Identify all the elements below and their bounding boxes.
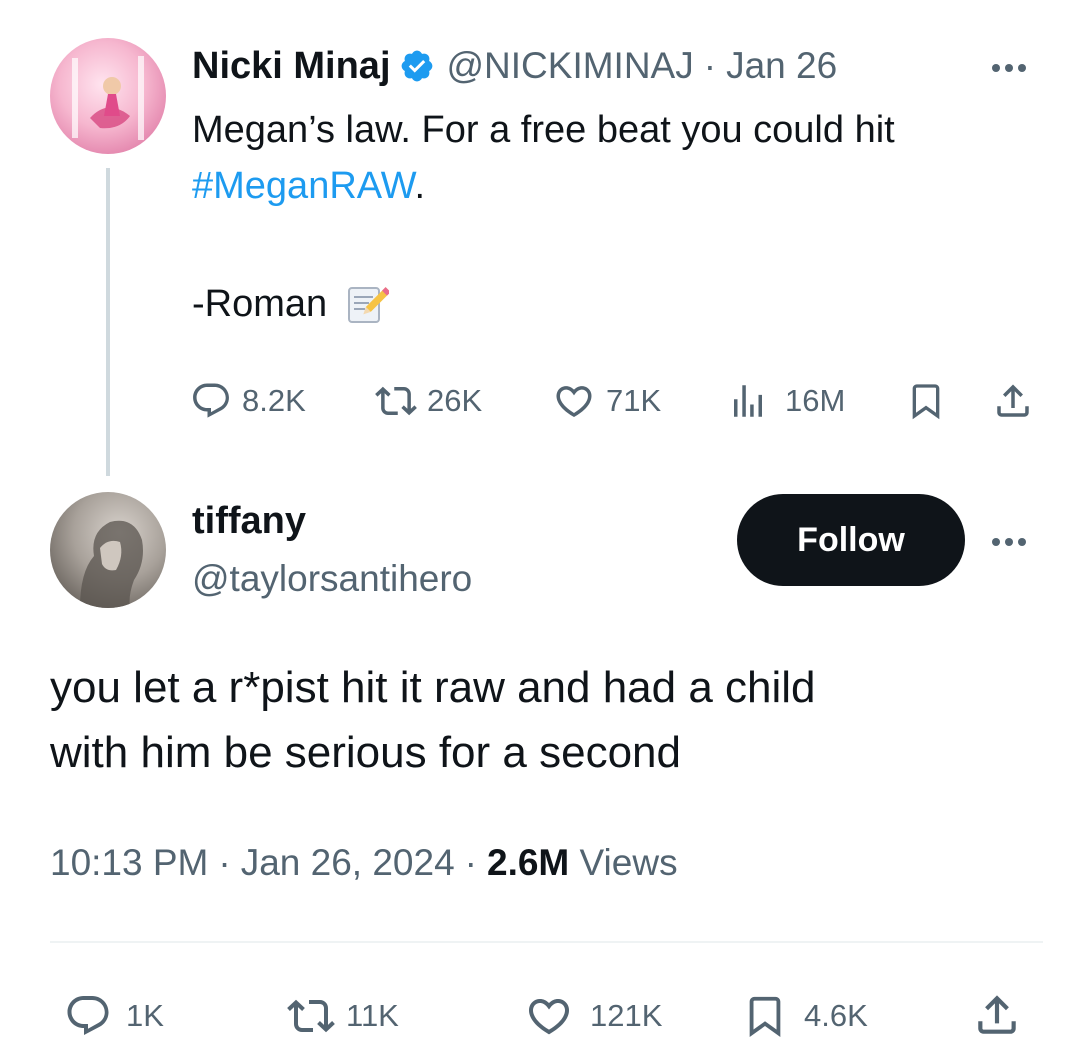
separator-dot: · [464, 842, 477, 883]
reply-text-line: you let a r*pist hit it raw and had a ch… [50, 663, 816, 712]
heart-icon [528, 999, 570, 1035]
avatar-nicki[interactable] [50, 38, 166, 154]
repost-count: 11K [346, 998, 399, 1033]
reply-author-handle[interactable]: @taylorsantihero [192, 558, 472, 600]
author-handle[interactable]: @NICKIMINAJ [447, 45, 694, 87]
more-options-icon[interactable] [992, 538, 1026, 546]
hashtag-suffix: . [414, 165, 426, 207]
repost-button[interactable]: 26K [373, 380, 482, 422]
repost-icon [287, 999, 335, 1033]
reply-count: 1K [126, 998, 164, 1033]
share-icon [978, 995, 1016, 1034]
tweet-full-date[interactable]: Jan 26, 2024 [241, 842, 455, 884]
views-label: Views [579, 842, 678, 883]
repost-button[interactable]: 11K [284, 992, 399, 1040]
follow-button[interactable]: Follow [737, 494, 965, 586]
separator-dot: · [218, 842, 231, 883]
like-count: 71K [606, 383, 662, 418]
tweet-signature: -Roman [192, 283, 328, 325]
memo-icon [345, 282, 391, 326]
author-name[interactable]: Nicki Minaj [192, 45, 391, 88]
views-total: 2.6M [487, 842, 570, 883]
divider [50, 941, 1043, 943]
analytics-icon [734, 385, 762, 417]
reply-count: 8.2K [242, 383, 306, 418]
like-button[interactable]: 121K [524, 992, 662, 1040]
separator-dot: · [703, 45, 717, 86]
reply-button[interactable]: 8.2K [190, 380, 306, 422]
like-button[interactable]: 71K [552, 380, 661, 422]
share-button[interactable] [972, 990, 1022, 1040]
tweet-text-line: Megan’s law. For a free beat you could h… [192, 109, 895, 151]
bookmark-icon [749, 996, 781, 1037]
heart-icon [556, 386, 592, 418]
tweet-date[interactable]: Jan 26 [726, 45, 837, 87]
repost-count: 26K [427, 383, 483, 418]
hashtag-link[interactable]: #MeganRAW [192, 165, 414, 207]
reply-author-name[interactable]: tiffany [192, 500, 306, 543]
avatar-tiffany[interactable] [50, 492, 166, 608]
bookmark-icon [912, 384, 940, 420]
reply-text-line: with him be serious for a second [50, 728, 681, 777]
more-options-icon[interactable] [992, 64, 1026, 72]
views-button[interactable]: 16M [727, 380, 845, 422]
bookmark-button[interactable] [906, 380, 946, 422]
verified-badge-icon [399, 48, 435, 84]
avatar-image [80, 520, 143, 608]
share-button[interactable] [992, 380, 1034, 422]
thread-line [106, 168, 110, 476]
tweet-time[interactable]: 10:13 PM [50, 842, 208, 884]
reply-button[interactable]: 1K [64, 992, 164, 1040]
bookmark-button[interactable]: 4.6K [742, 992, 868, 1040]
like-count: 121K [590, 998, 663, 1033]
reply-icon [193, 383, 229, 418]
avatar-image [72, 56, 144, 140]
bookmark-count: 4.6K [804, 998, 868, 1033]
repost-icon [375, 386, 417, 416]
reply-icon [67, 996, 109, 1035]
share-icon [997, 384, 1029, 417]
views-count: 16M [785, 383, 846, 418]
